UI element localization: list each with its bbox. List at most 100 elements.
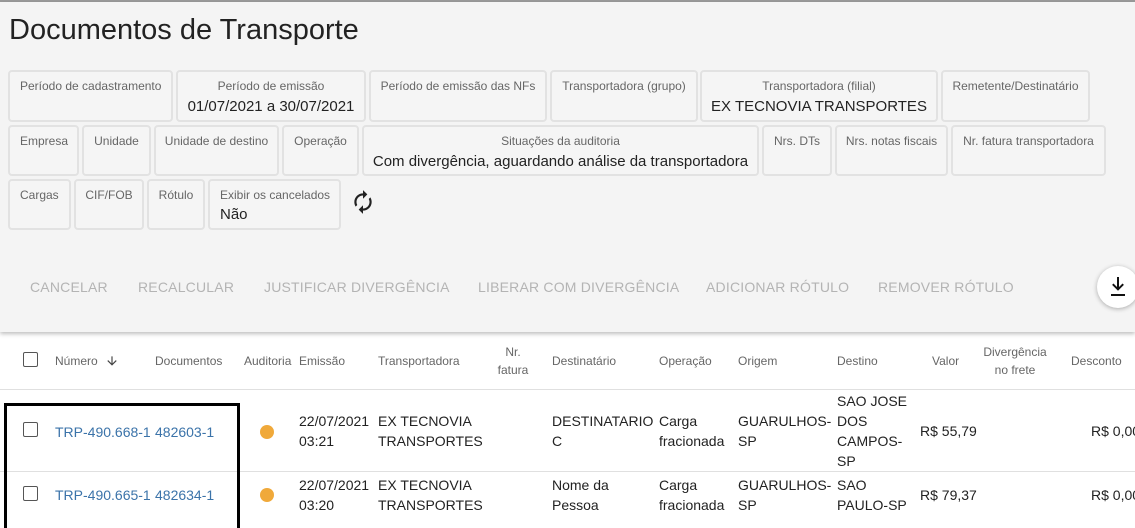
filter-value: EX TECNOVIA TRANSPORTES — [711, 98, 927, 115]
filter-operacao[interactable]: Operação — [282, 125, 359, 176]
row-emissao: 22/07/2021 03:20 — [299, 475, 369, 515]
arrow-down-icon — [107, 356, 117, 366]
filter-unidade-destino[interactable]: Unidade de destino — [154, 125, 279, 176]
filter-label: Unidade — [94, 134, 139, 148]
filter-transportadora-grupo[interactable]: Transportadora (grupo) — [550, 70, 698, 122]
filter-nrs-notas-fiscais[interactable]: Nrs. notas fiscais — [835, 125, 948, 176]
filter-label: Nrs. DTs — [774, 134, 820, 148]
row-text-line: Carga — [659, 413, 698, 429]
filter-exibir-cancelados[interactable]: Exibir os cancelados Não — [208, 179, 341, 230]
filter-label: Empresa — [20, 134, 69, 148]
filter-label: Cargas — [20, 188, 59, 202]
row-text-line: EX TECNOVIA — [378, 477, 472, 493]
filter-periodo-emissao[interactable]: Período de emissão 01/07/2021 a 30/07/20… — [176, 70, 366, 122]
page-title: Documentos de Transporte — [9, 14, 359, 46]
row-desconto: R$ 0,00 — [1091, 487, 1135, 503]
column-header-documentos[interactable]: Documentos — [155, 352, 222, 370]
filter-remetente-destinatario[interactable]: Remetente/Destinatário — [941, 70, 1090, 122]
row-text-line: C — [552, 433, 563, 449]
header-divider — [0, 389, 1135, 390]
row-transportadora: EX TECNOVIA TRANSPORTES — [378, 411, 483, 451]
select-all-checkbox[interactable] — [23, 352, 38, 367]
add-label-button[interactable]: ADICIONAR RÓTULO — [706, 279, 849, 295]
row-emissao-time: 03:21 — [299, 433, 335, 449]
filter-label: Exibir os cancelados — [220, 188, 331, 202]
row-emissao-date: 22/07/2021 — [299, 477, 370, 493]
filter-rotulo[interactable]: Rótulo — [147, 179, 205, 230]
filter-label: Situações da auditoria — [501, 134, 620, 148]
download-button[interactable] — [1097, 266, 1135, 308]
justify-divergence-button[interactable]: JUSTIFICAR DIVERGÊNCIA — [264, 279, 450, 295]
filter-periodo-cadastramento[interactable]: Período de cadastramento — [8, 70, 173, 122]
column-header-label: Divergência — [983, 345, 1047, 359]
row-text-line: fracionada — [659, 497, 725, 513]
filter-label: Nrs. notas fiscais — [845, 134, 938, 148]
filter-label: Período de cadastramento — [20, 79, 162, 93]
row-text-line: GUARULHOS- — [738, 413, 832, 429]
filter-label: Operação — [294, 134, 347, 148]
row-text-line: PAULO-SP — [837, 497, 907, 513]
column-header-emissao[interactable]: Emissão — [299, 352, 345, 370]
row-text-line: GUARULHOS- — [738, 477, 832, 493]
filter-value: Não — [220, 206, 248, 223]
column-header-operacao[interactable]: Operação — [659, 352, 712, 370]
row-text-line: SAO JOSE — [837, 393, 908, 409]
row-text-line: Carga — [659, 477, 698, 493]
refresh-icon[interactable] — [349, 189, 377, 215]
column-header-divergencia[interactable]: Divergência no frete — [980, 343, 1050, 379]
row-destinatario: DESTINATARIO C — [552, 411, 653, 451]
row-text-line: SP — [837, 453, 856, 469]
filter-label: Unidade de destino — [164, 134, 269, 148]
filter-periodo-emissao-nfs[interactable]: Período de emissão das NFs — [369, 70, 547, 122]
column-header-label: no frete — [994, 363, 1036, 377]
row-text-line: TRANSPORTES — [378, 433, 483, 449]
row-text-line: Pessoa — [552, 497, 599, 513]
audit-status-dot — [260, 488, 274, 502]
download-icon — [1111, 277, 1125, 296]
filter-cargas[interactable]: Cargas — [8, 179, 71, 230]
filter-label: Remetente/Destinatário — [952, 79, 1079, 93]
filter-situacoes-auditoria[interactable]: Situações da auditoria Com divergência, … — [362, 125, 759, 176]
row-origem: GUARULHOS- SP — [738, 411, 831, 451]
column-header-nr-fatura[interactable]: Nr. fatura — [493, 343, 533, 379]
column-header-transportadora[interactable]: Transportadora — [378, 352, 460, 370]
row-valor: R$ 55,79 — [920, 423, 977, 439]
filter-empresa[interactable]: Empresa — [8, 125, 79, 176]
row-emissao-time: 03:20 — [299, 497, 335, 513]
row-emissao: 22/07/2021 03:21 — [299, 411, 369, 451]
column-header-auditoria[interactable]: Auditoria — [244, 352, 291, 370]
column-header-label: fatura — [497, 363, 529, 377]
column-header-desconto[interactable]: Desconto — [1071, 352, 1122, 370]
row-origem: GUARULHOS- SP — [738, 475, 831, 515]
row-destinatario: Nome da Pessoa — [552, 475, 609, 515]
cancel-button[interactable]: CANCELAR — [30, 279, 108, 295]
row-transportadora: EX TECNOVIA TRANSPORTES — [378, 475, 483, 515]
filter-label: Transportadora (filial) — [762, 79, 876, 93]
filter-label: Período de emissão das NFs — [380, 79, 536, 93]
filter-nr-fatura-transportadora[interactable]: Nr. fatura transportadora — [951, 125, 1106, 176]
column-header-destino[interactable]: Destino — [837, 352, 878, 370]
column-header-origem[interactable]: Origem — [738, 352, 777, 370]
filter-nrs-dts[interactable]: Nrs. DTs — [762, 125, 832, 176]
release-divergence-button[interactable]: LIBERAR COM DIVERGÊNCIA — [478, 279, 679, 295]
filter-value: Com divergência, aguardando análise da t… — [372, 153, 749, 170]
row-text-line: SP — [738, 433, 757, 449]
row-text-line: Nome da — [552, 477, 609, 493]
filter-transportadora-filial[interactable]: Transportadora (filial) EX TECNOVIA TRAN… — [700, 70, 938, 122]
row-text-line: DOS — [837, 413, 868, 429]
filter-label: Nr. fatura transportadora — [963, 134, 1094, 148]
filter-cif-fob[interactable]: CIF/FOB — [74, 179, 144, 230]
filter-unidade[interactable]: Unidade — [82, 125, 151, 176]
row-text-line: TRANSPORTES — [378, 497, 483, 513]
filter-value: 01/07/2021 a 30/07/2021 — [187, 98, 355, 115]
column-header-numero[interactable]: Número — [55, 352, 119, 370]
remove-label-button[interactable]: REMOVER RÓTULO — [878, 279, 1014, 295]
row-text-line: DESTINATARIO — [552, 413, 654, 429]
audit-status-dot — [260, 425, 274, 439]
row-text-line: CAMPOS- — [837, 433, 903, 449]
row-destino: SAO PAULO-SP — [837, 475, 907, 515]
column-header-destinatario[interactable]: Destinatário — [552, 352, 616, 370]
column-header-label: Nr. — [505, 345, 521, 359]
recalculate-button[interactable]: RECALCULAR — [138, 279, 234, 295]
column-header-valor[interactable]: Valor — [932, 352, 959, 370]
